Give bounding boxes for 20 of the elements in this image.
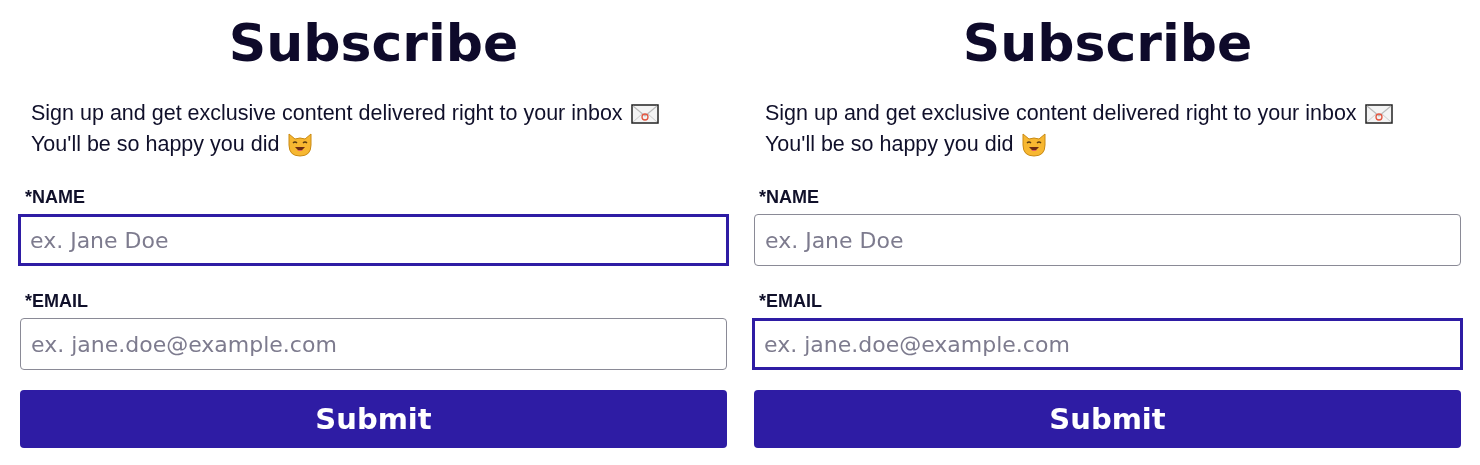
field-label: *NAME	[759, 186, 820, 208]
envelope-icon	[1364, 103, 1393, 124]
intro-text: Sign up and get exclusive content delivered right to your inbox	[31, 100, 623, 127]
input-field[interactable]: ex. jane.doe@example.com	[20, 318, 727, 370]
submit-button[interactable]: Submit	[754, 390, 1461, 448]
input-field[interactable]: ex. Jane Doe	[18, 214, 729, 266]
input-field[interactable]: ex. jane.doe@example.com	[752, 318, 1463, 370]
form-title: Subscribe	[227, 12, 520, 74]
field-label: *EMAIL	[25, 290, 89, 312]
field-label: *NAME	[25, 186, 86, 208]
intro-text: You'll be so happy you did	[765, 131, 1014, 158]
cat-face-icon	[287, 131, 314, 158]
form-title: Subscribe	[961, 12, 1254, 74]
field-label: *EMAIL	[759, 290, 823, 312]
input-field[interactable]: ex. Jane Doe	[754, 214, 1461, 266]
intro-text: Sign up and get exclusive content delivered right to your inbox	[765, 100, 1357, 127]
submit-button[interactable]: Submit	[20, 390, 727, 448]
envelope-icon	[630, 103, 659, 124]
cat-face-icon	[1021, 131, 1048, 158]
intro-text: You'll be so happy you did	[31, 131, 280, 158]
